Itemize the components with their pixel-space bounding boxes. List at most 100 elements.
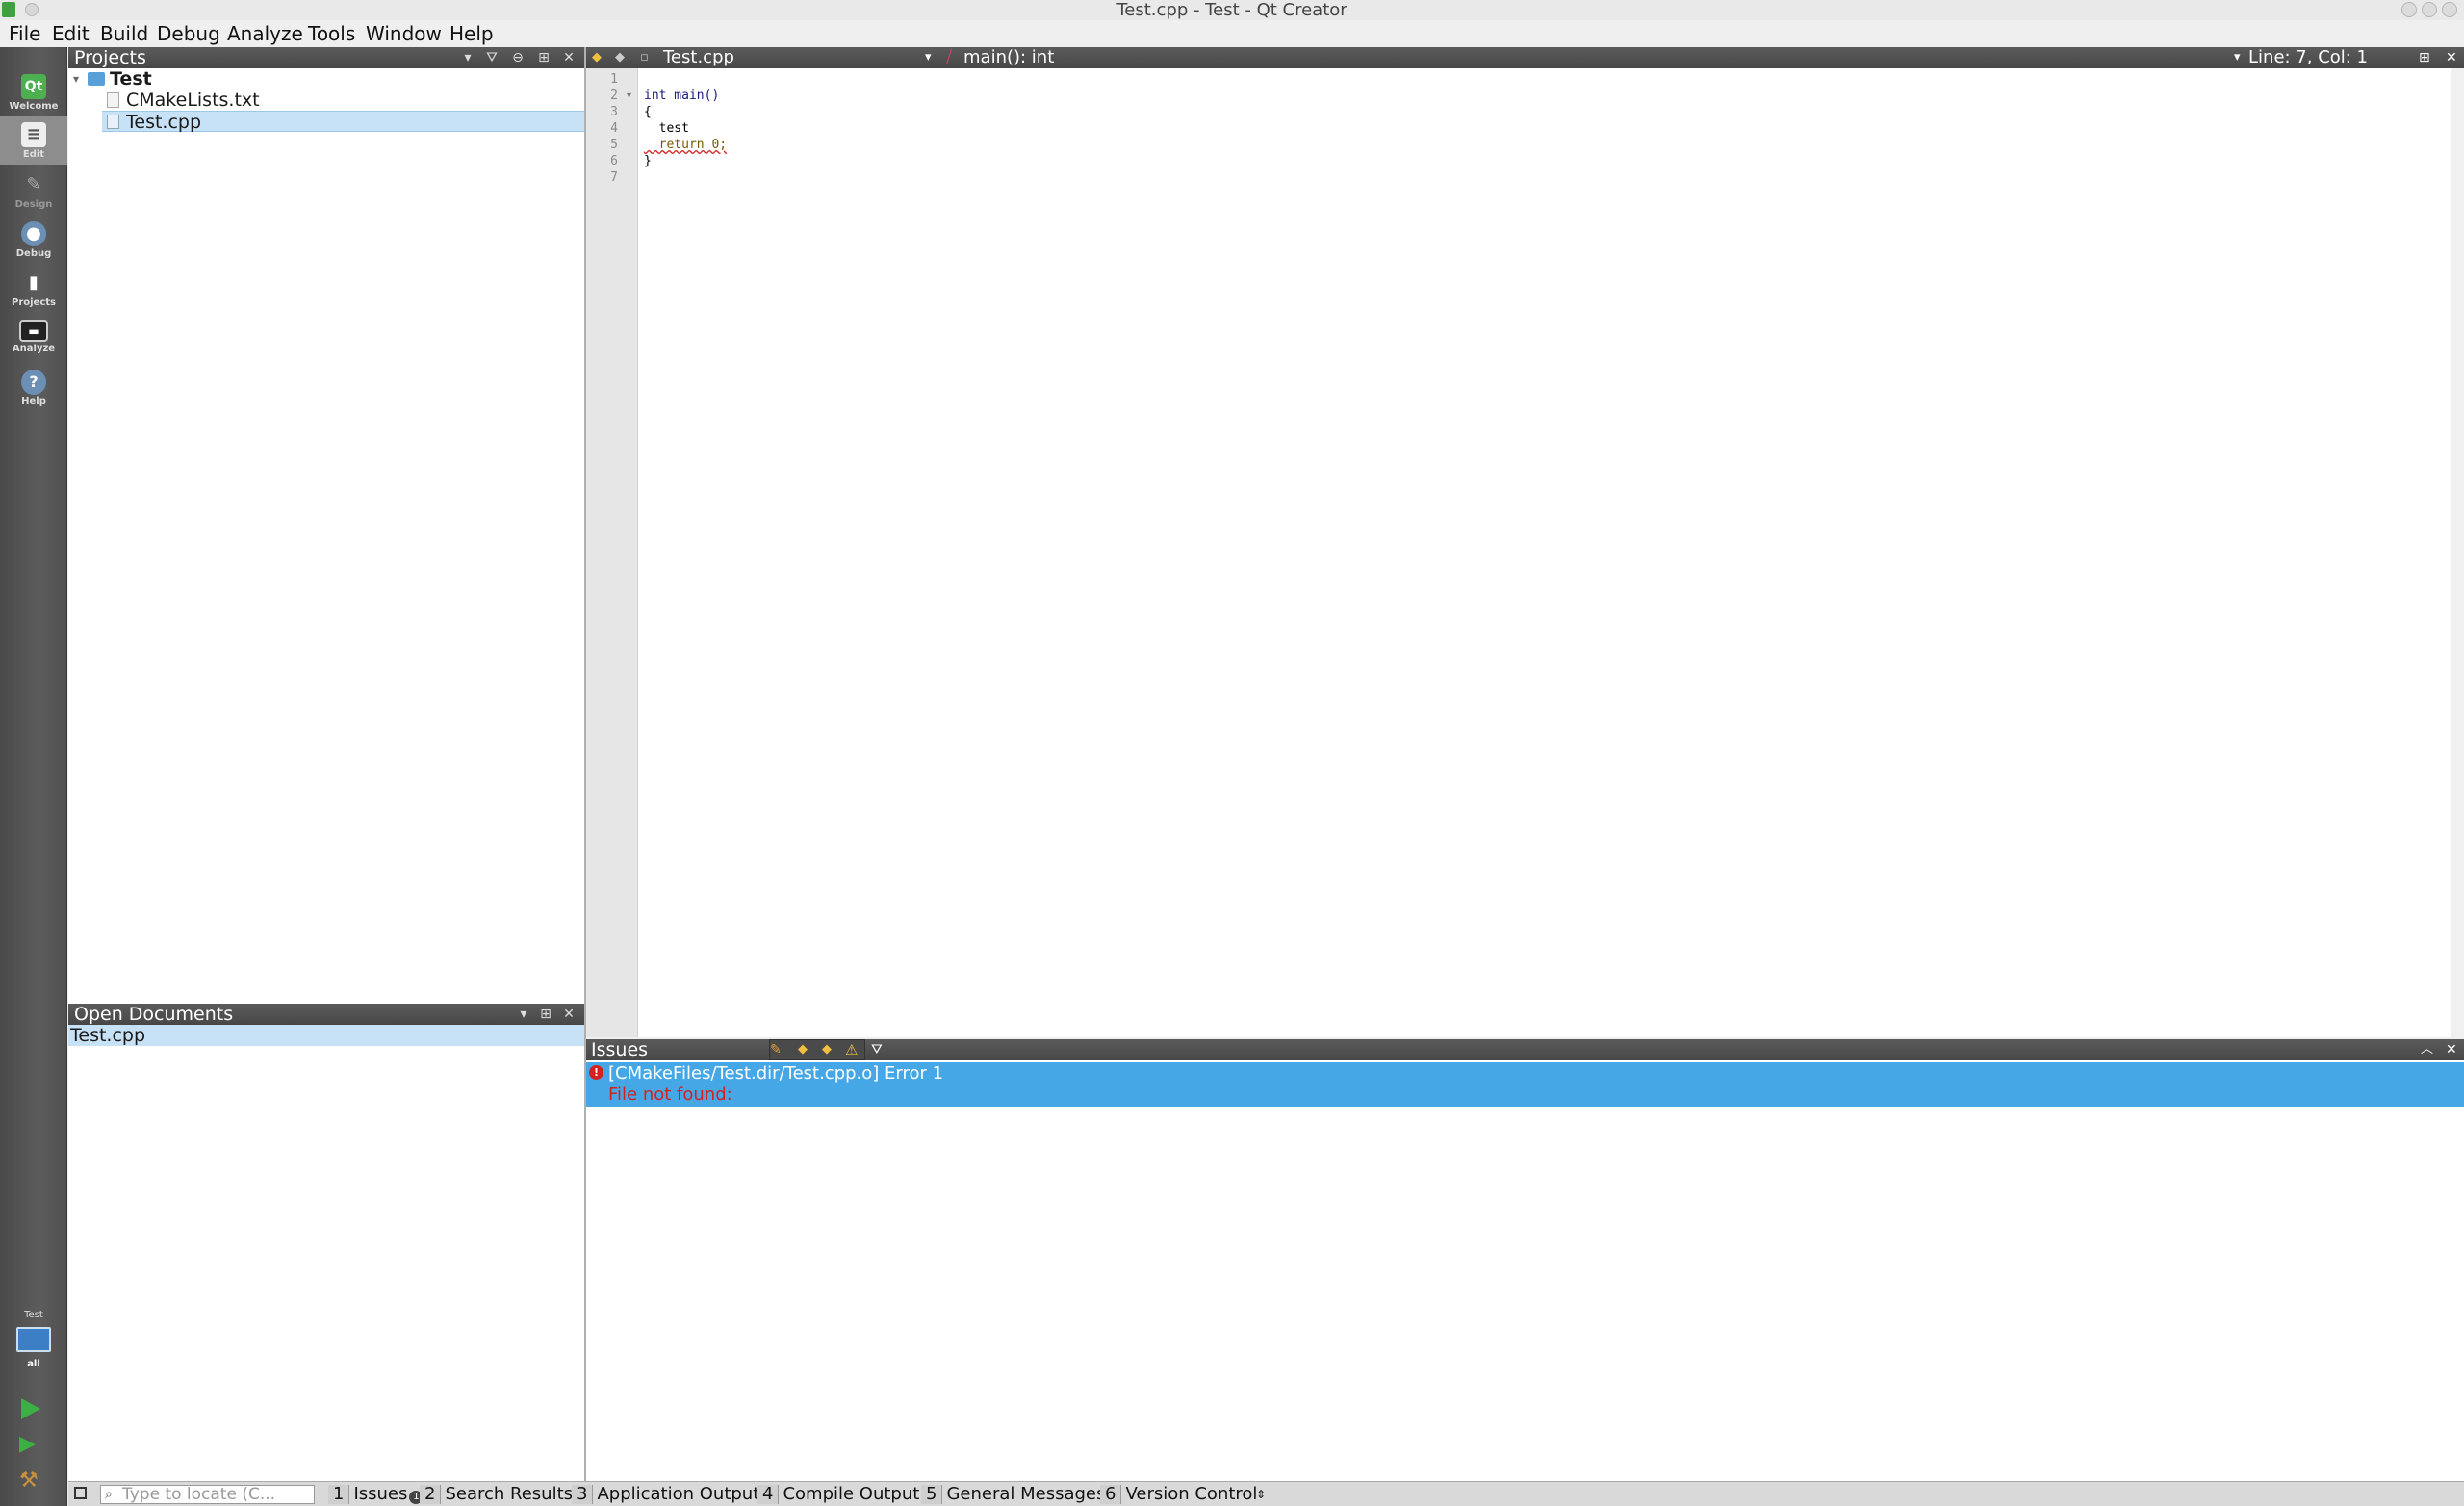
code-line: int main() — [644, 89, 720, 103]
kit-config-label: all — [27, 1359, 40, 1369]
cursor-dropdown-icon[interactable]: ▾ — [2234, 47, 2241, 68]
projects-view-dropdown-icon[interactable]: ▾ — [457, 47, 478, 68]
expand-arrow-icon[interactable]: ▾ — [73, 68, 79, 89]
locator-input[interactable]: ⌕ Type to locate (C... — [100, 1485, 315, 1504]
kit-selector-icon[interactable] — [16, 1327, 51, 1352]
tree-item-cmakelists[interactable]: CMakeLists.txt — [68, 89, 584, 111]
cursor-position[interactable]: Line: 7, Col: 1 — [2248, 47, 2368, 68]
close-editor-icon[interactable]: ✕ — [2446, 47, 2457, 68]
projects-pane: Projects ▾ ⛛ ⊖ ⊞ ✕ ▾ Test CMakeLists.txt… — [68, 47, 584, 1004]
close-pane-icon[interactable]: ✕ — [558, 1004, 579, 1025]
output-pane-bar: ⌕ Type to locate (C... 1 Issues 1 2 Search … — [68, 1481, 2464, 1506]
menu-edit[interactable]: Edit — [52, 20, 90, 47]
maximize-button[interactable] — [2422, 2, 2437, 17]
cpp-file-icon — [107, 115, 119, 129]
code-line: } — [644, 154, 652, 168]
current-file-name[interactable]: Test.cpp — [663, 47, 734, 68]
previous-issue-icon[interactable]: ◆ — [798, 1039, 808, 1060]
split-icon[interactable]: ⊞ — [533, 47, 554, 68]
warning-filter-icon[interactable]: ⚠ — [845, 1039, 858, 1060]
mode-analyze[interactable]: ▬ Analyze — [0, 315, 67, 363]
open-documents-title: Open Documents — [74, 1004, 234, 1025]
open-documents-pane: Open Documents ▾ ⊞ ✕ Test.cpp — [68, 1004, 584, 1481]
menu-debug[interactable]: Debug — [157, 20, 220, 47]
tree-item-project[interactable]: ▾ Test — [68, 68, 584, 89]
app-icon — [2, 2, 15, 17]
run-icon[interactable] — [21, 1398, 40, 1419]
analyze-monitor-icon: ▬ — [19, 320, 48, 342]
filter-icon[interactable]: ⛛ — [481, 47, 502, 68]
text-file-icon — [107, 92, 119, 108]
window-menu-button[interactable] — [25, 3, 38, 16]
line-number: 2 — [610, 89, 618, 103]
design-pen-icon: ✎ — [26, 174, 41, 194]
split-icon[interactable]: ⊞ — [535, 1004, 556, 1025]
code-line: test — [644, 121, 689, 136]
line-number: 1 — [610, 72, 618, 87]
clear-issues-icon[interactable]: ✎ — [770, 1039, 782, 1060]
code-editor[interactable]: 1 2 ▾ 3 4 5 6 7 int main() { test return… — [586, 68, 2464, 1037]
issue-message: [CMakeFiles/Test.dir/Test.cpp.o] Error 1 — [608, 1063, 944, 1084]
open-document-item[interactable]: Test.cpp — [68, 1025, 584, 1046]
symbol-icon: ⧸ — [946, 47, 953, 67]
mode-debug[interactable]: ● Debug — [0, 216, 67, 264]
split-editor-icon[interactable]: ⊞ — [2419, 47, 2430, 68]
debug-run-icon[interactable]: ▶ — [19, 1433, 42, 1456]
next-issue-icon[interactable]: ◆ — [822, 1039, 832, 1060]
mode-edit[interactable]: ≡ Edit — [0, 116, 67, 165]
menu-file[interactable]: File — [9, 20, 40, 47]
menu-build[interactable]: Build — [100, 20, 148, 47]
close-pane-icon[interactable]: ✕ — [2446, 1039, 2457, 1060]
menu-help[interactable]: Help — [449, 20, 494, 47]
output-tab-general-messages[interactable]: 5 General Messages — [921, 1485, 1105, 1504]
help-question-icon: ? — [21, 370, 46, 395]
code-line: { — [644, 105, 652, 119]
build-hammer-icon[interactable]: ⚒ — [19, 1469, 42, 1493]
file-dropdown-icon[interactable]: ▾ — [925, 47, 932, 68]
issue-item[interactable]: ! [CMakeFiles/Test.dir/Test.cpp.o] Error… — [586, 1062, 2464, 1107]
line-number: 5 — [610, 138, 618, 152]
tree-item-test-cpp[interactable]: Test.cpp — [102, 111, 584, 133]
line-number: 3 — [610, 105, 618, 119]
output-tab-application-output[interactable]: 3 Application Output — [572, 1485, 759, 1504]
open-docs-dropdown-icon[interactable]: ▾ — [513, 1004, 534, 1025]
output-tab-issues[interactable]: 1 Issues 1 — [328, 1485, 424, 1504]
line-number-gutter: 1 2 ▾ 3 4 5 6 7 — [586, 68, 638, 1037]
editor-scrollbar[interactable] — [2451, 68, 2464, 1037]
toggle-sidebar-icon[interactable] — [74, 1487, 87, 1499]
search-icon: ⌕ — [105, 1487, 113, 1502]
projects-header: Projects ▾ ⛛ ⊖ ⊞ ✕ — [68, 47, 584, 68]
menu-tools[interactable]: Tools — [308, 20, 355, 47]
symbol-selector[interactable]: main(): int — [963, 47, 1054, 68]
project-tree: ▾ Test CMakeLists.txt Test.cpp — [68, 68, 584, 1004]
output-tab-version-control[interactable]: 6 Version Control — [1100, 1485, 1257, 1504]
forward-arrow-icon[interactable]: ◆ — [615, 47, 625, 68]
line-number: 6 — [610, 154, 618, 168]
menu-analyze[interactable]: Analyze — [227, 20, 303, 47]
file-lock-icon: ▫ — [640, 50, 649, 64]
output-tab-search-results[interactable]: 2 Search Results — [420, 1485, 573, 1504]
window-title: Test.cpp - Test - Qt Creator — [1116, 0, 1348, 20]
editor-toolbar: ◆ ◆ ▫ Test.cpp ▾ ⧸ main(): int ▾ Line: 7… — [586, 47, 2464, 68]
line-number: 7 — [610, 170, 618, 185]
debug-bug-icon: ● — [21, 221, 46, 246]
output-tab-compile-output[interactable]: 4 Compile Output — [757, 1485, 919, 1504]
more-tabs-dropdown-icon[interactable]: ⇕ — [1256, 1485, 1266, 1504]
close-pane-icon[interactable]: ✕ — [558, 47, 579, 68]
mode-help[interactable]: ? Help — [0, 364, 67, 412]
back-arrow-icon[interactable]: ◆ — [592, 47, 602, 68]
menu-window[interactable]: Window — [366, 20, 442, 47]
mode-design[interactable]: ✎ Design — [0, 166, 67, 215]
minimize-button[interactable] — [2401, 2, 2417, 17]
sync-link-icon[interactable]: ⊖ — [507, 47, 528, 68]
mode-projects[interactable]: ▮ Projects — [0, 265, 67, 313]
line-number: 4 — [610, 121, 618, 136]
filter-icon[interactable]: ⛛ — [871, 1039, 883, 1060]
code-line-error: return 0; — [644, 138, 728, 152]
edit-document-icon: ≡ — [21, 122, 46, 147]
maximize-pane-icon[interactable]: ︿ — [2421, 1039, 2433, 1060]
mode-welcome[interactable]: Qt Welcome — [0, 68, 67, 116]
issues-header: Issues ✎ ◆ ◆ ⚠ ⛛ ︿ ✕ — [586, 1039, 2464, 1060]
fold-arrow-icon[interactable]: ▾ — [627, 90, 631, 101]
close-window-button[interactable] — [2442, 2, 2457, 17]
